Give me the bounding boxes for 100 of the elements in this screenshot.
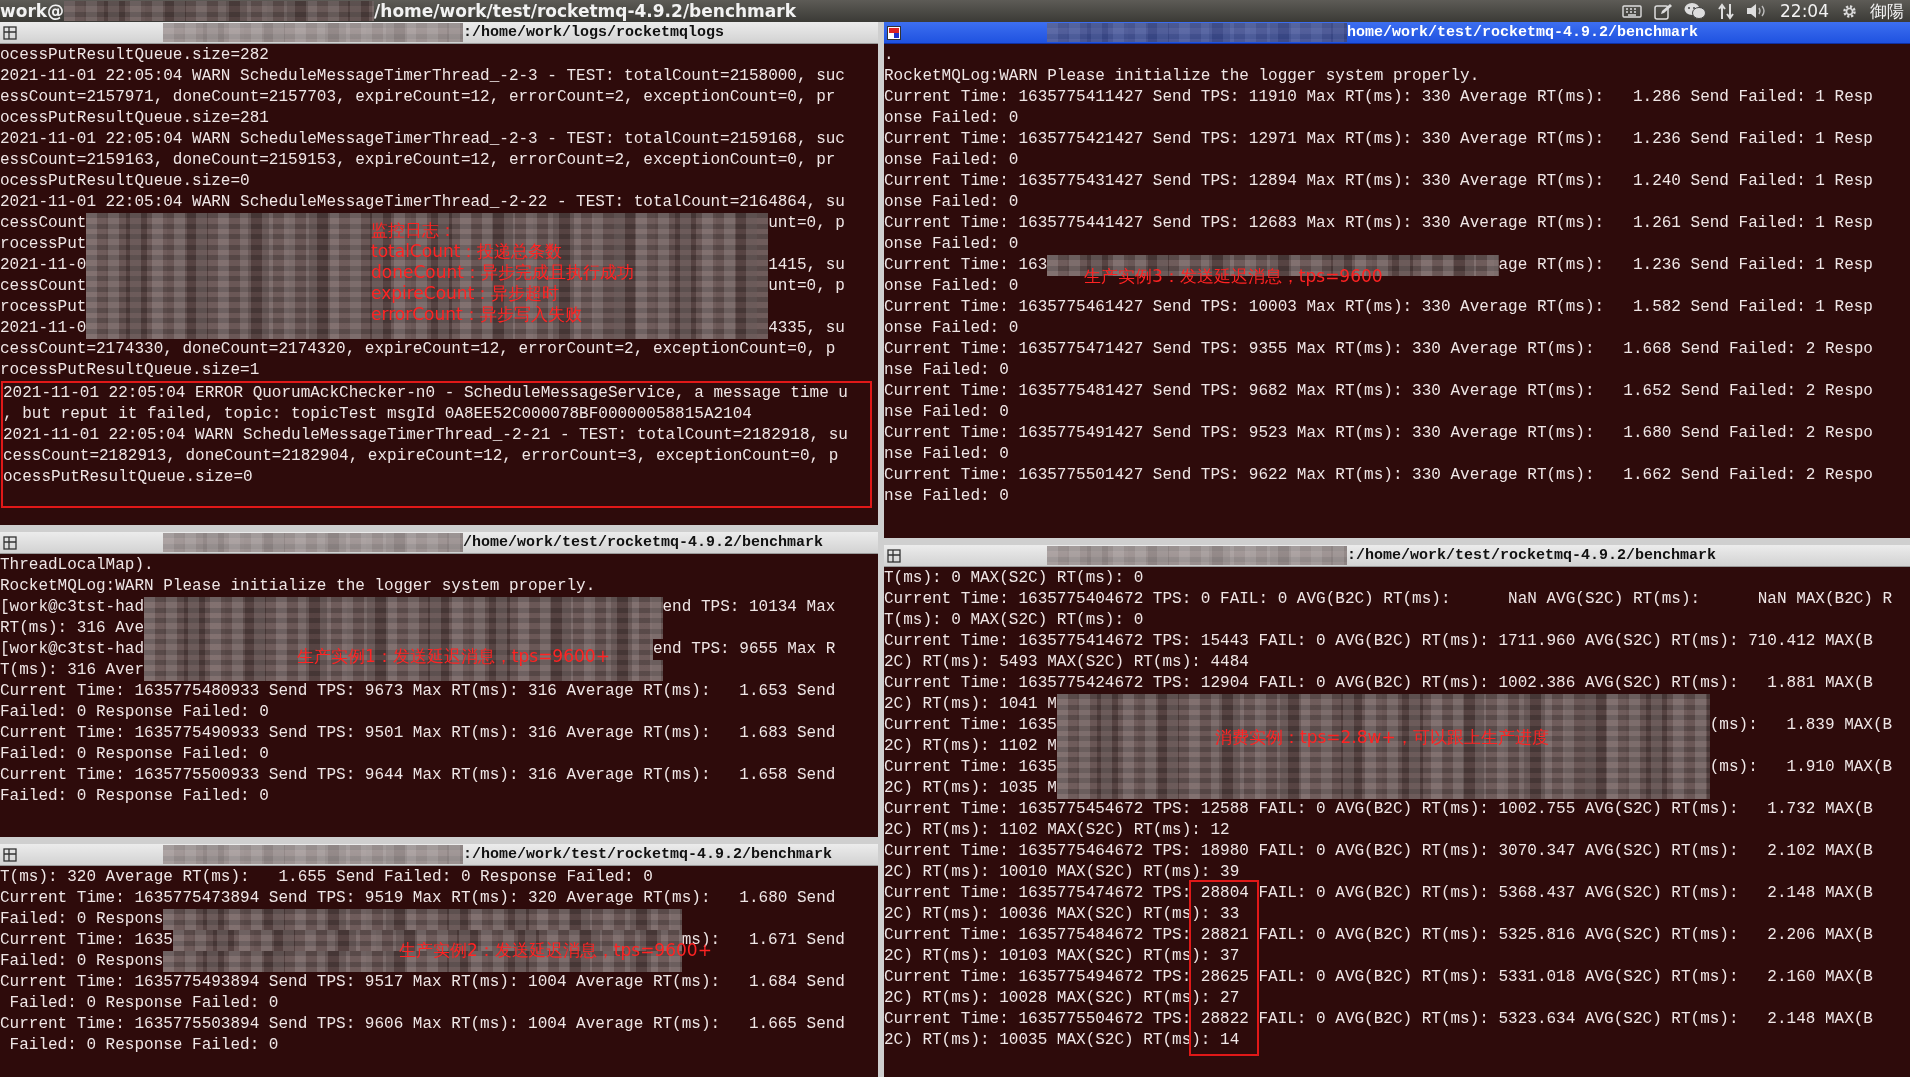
pane-title-bar[interactable]: :/home/work/test/rocketmq-4.9.2/benchmark — [0, 844, 878, 866]
clock[interactable]: 22:04 — [1780, 1, 1829, 21]
terminal-line: ThreadLocalMap). — [0, 555, 154, 576]
window-icon[interactable] — [887, 25, 901, 40]
terminal-line: Current Time: 1635775504672 TPS: 28822 FAIL: 0 AVG(B2C) RT(ms): 5323.634 AVG(S2C) RT(ms): 2.148 MAX(B — [884, 1009, 1873, 1030]
terminal-line: T(ms): 0 MAX(S2C) RT(ms): 0 — [884, 610, 1144, 631]
annotation-text: 生产实例1：发送延迟消息，tps=9600+ — [297, 646, 610, 667]
terminal-line: ocessPutResultQueue.size=282 — [0, 45, 269, 66]
terminal-line: [work@c3tst-had — [0, 639, 145, 660]
pane-title-bar[interactable]: :/home/work/logs/rocketmqlogs — [0, 22, 878, 44]
terminal-line: 1415, su — [768, 255, 845, 276]
gear-icon[interactable] — [1841, 2, 1858, 20]
window-icon[interactable] — [887, 548, 901, 563]
terminal-line: T(ms): 0 MAX(S2C) RT(ms): 0 — [884, 568, 1144, 589]
terminal-line: cessCount — [0, 276, 87, 297]
window-icon[interactable] — [3, 25, 17, 40]
terminal-line: unt=0, p — [768, 276, 845, 297]
terminal-line: unt=0, p — [768, 213, 845, 234]
terminal-line: rocessPut — [0, 297, 87, 318]
terminal-line: 2C) RT(ms): 10010 MAX(S2C) RT(ms): 39 — [884, 862, 1240, 883]
terminal-line: nse Failed: 0 — [884, 360, 1009, 381]
terminal-line: Failed: 0 Response Failed: 0 — [0, 786, 269, 807]
terminal-line: RocketMQLog:WARN Please initialize the logger system properly. — [884, 66, 1480, 87]
edit-icon[interactable] — [1654, 2, 1672, 20]
terminal-line: 2C) RT(ms): 5493 MAX(S2C) RT(ms): 4484 — [884, 652, 1249, 673]
terminal-line: T(ms): 316 Aver — [0, 660, 145, 681]
terminal-line: nse Failed: 0 — [884, 402, 1009, 423]
terminal-line: Current Time: 1635775404672 TPS: 0 FAIL: 0 AVG(B2C) RT(ms): NaN AVG(S2C) RT(ms): NaN MAX(B2C) R — [884, 589, 1893, 610]
terminal-line: Current Time: 1635775490933 Send TPS: 9501 Max RT(ms): 316 Average RT(ms): 1.683 Send — [0, 723, 836, 744]
terminal-line: end TPS: 10134 Max — [662, 597, 836, 618]
terminal-line: 2021-11-01 22:05:04 WARN ScheduleMessageTimerThread_-2-21 - TEST: totalCount=2182918, su — [3, 425, 848, 446]
network-arrows-icon[interactable] — [1718, 2, 1734, 20]
annotation-text: 消费实例：tps=2.8w+，可以跟上生产进度 — [1215, 727, 1549, 748]
terminal-line: Current Time: 1635775503894 Send TPS: 9606 Max RT(ms): 1004 Average RT(ms): 1.665 Send — [0, 1014, 845, 1035]
terminal-line: ocessPutResultQueue.size=281 — [0, 108, 269, 129]
terminal-line: onse Failed: 0 — [884, 150, 1019, 171]
terminal-line: Current Time: 1635 — [884, 715, 1057, 736]
terminal-line: 2C) RT(ms): 1102 MAX(S2C) RT(ms): 12 — [884, 820, 1230, 841]
terminal-line: Current Time: 1635775464672 TPS: 18980 FAIL: 0 AVG(B2C) RT(ms): 3070.347 AVG(S2C) RT(ms): 2.102 MAX(B — [884, 841, 1873, 862]
terminal-line: onse Failed: 0 — [884, 234, 1019, 255]
terminal-line: 2021-11-0 — [0, 255, 87, 276]
pane-title-bar[interactable]: /home/work/test/rocketmq-4.9.2/benchmark — [0, 532, 878, 554]
terminal-line: Current Time: 1635 — [0, 930, 173, 951]
terminal-line: Current Time: 1635775441427 Send TPS: 12683 Max RT(ms): 330 Average RT(ms): 1.261 Send Failed: 1 Resp — [884, 213, 1873, 234]
window-title: work@ — [0, 1, 65, 21]
window-title-path: /home/work/test/rocketmq-4.9.2/benchmark — [374, 1, 796, 21]
terminal-line: Current Time: 1635775481427 Send TPS: 9682 Max RT(ms): 330 Average RT(ms): 1.652 Send Failed: 2 Respo — [884, 381, 1873, 402]
terminal-line: [work@c3tst-had — [0, 597, 145, 618]
window-icon[interactable] — [3, 535, 17, 550]
terminal-line: Failed: 0 Response Failed: 0 — [8, 1035, 279, 1056]
keyboard-icon[interactable] — [1622, 4, 1642, 18]
terminal-line: onse Failed: 0 — [884, 318, 1019, 339]
pane-title: :/home/work/logs/rocketmqlogs — [463, 24, 725, 41]
terminal-line: essCount=2157971, doneCount=2157703, expireCount=12, errorCount=2, exceptionCount=0, pr — [0, 87, 836, 108]
pane-title-bar[interactable]: home/work/test/rocketmq-4.9.2/benchmark — [884, 22, 1910, 44]
volume-icon[interactable] — [1746, 3, 1768, 19]
terminal-line: cessCount=2182913, doneCount=2182904, expireCount=12, errorCount=3, exceptionCount=0, p — [3, 446, 839, 467]
terminal-line: onse Failed: 0 — [884, 276, 1019, 297]
terminal-line: Current Time: 1635775491427 Send TPS: 9523 Max RT(ms): 330 Average RT(ms): 1.680 Send Failed: 2 Respo — [884, 423, 1873, 444]
terminal-line: Current Time: 1635775473894 Send TPS: 9519 Max RT(ms): 320 Average RT(ms): 1.680 Send — [0, 888, 836, 909]
terminal-line: essCount=2159163, doneCount=2159153, expireCount=12, errorCount=2, exceptionCount=0, pr — [0, 150, 836, 171]
terminal-line: Current Time: 1635775480933 Send TPS: 9673 Max RT(ms): 316 Average RT(ms): 1.653 Send — [0, 681, 836, 702]
terminal-line: rocessPutResultQueue.size=1 — [0, 360, 260, 381]
terminal-line: onse Failed: 0 — [884, 108, 1019, 129]
terminal-line: ocessPutResultQueue.size=0 — [0, 171, 250, 192]
terminal-line: Current Time: 1635775424672 TPS: 12904 FAIL: 0 AVG(B2C) RT(ms): 1002.386 AVG(S2C) RT(ms): 1.881 MAX(B — [884, 673, 1873, 694]
terminal-line: cessCount — [0, 213, 87, 234]
terminal-line: Current Time: 1635775471427 Send TPS: 9355 Max RT(ms): 330 Average RT(ms): 1.668 Send Failed: 2 Respo — [884, 339, 1873, 360]
pane-title-bar[interactable]: :/home/work/test/rocketmq-4.9.2/benchmark — [884, 545, 1910, 567]
terminal-line: 2021-11-0 — [0, 318, 87, 339]
pane-title: home/work/test/rocketmq-4.9.2/benchmark — [1347, 24, 1699, 41]
user-name[interactable]: 御陽 — [1870, 0, 1904, 23]
terminal-line: nse Failed: 0 — [884, 444, 1009, 465]
annotation-text: 生产实例3：发送延迟消息，tps=9600 — [1084, 266, 1383, 287]
terminal-line: . — [884, 45, 894, 66]
terminal-line: 2C) RT(ms): 1041 M — [884, 694, 1057, 715]
annotation-text: 监控日志： totalCount：投递总条数 doneCount：异步完成且执行成功 expireCount：异步超时 errorCount：异步写入失败 — [371, 220, 634, 325]
terminal-line: nse Failed: 0 — [884, 486, 1009, 507]
terminal-line: Current Time: 1635775484672 TPS: 28821 FAIL: 0 AVG(B2C) RT(ms): 5325.816 AVG(S2C) RT(ms): 2.206 MAX(B — [884, 925, 1873, 946]
window-icon[interactable] — [3, 847, 17, 862]
pane-title: :/home/work/test/rocketmq-4.9.2/benchmark — [463, 846, 833, 863]
terminal-line: Current Time: 163 — [884, 255, 1048, 276]
terminal-line: ocessPutResultQueue.size=0 — [3, 467, 253, 488]
terminal-line: Current Time: 1635775494672 TPS: 28625 FAIL: 0 AVG(B2C) RT(ms): 5331.018 AVG(S2C) RT(ms): 2.160 MAX(B — [884, 967, 1873, 988]
terminal-line: Failed: 0 Response Failed: 0 — [0, 702, 269, 723]
terminal-line: end TPS: 9655 Max R — [652, 639, 836, 660]
terminal-line: Current Time: 1635775421427 Send TPS: 12971 Max RT(ms): 330 Average RT(ms): 1.236 Send Failed: 1 Resp — [884, 129, 1873, 150]
terminal-line: RT(ms): 316 Ave — [0, 618, 145, 639]
terminal-line: RocketMQLog:WARN Please initialize the logger system properly. — [0, 576, 596, 597]
terminal-line: 2021-11-01 22:05:04 WARN ScheduleMessageTimerThread_-2-3 - TEST: totalCount=2158000, suc — [0, 66, 845, 87]
terminal-line: Current Time: 1635775501427 Send TPS: 9622 Max RT(ms): 330 Average RT(ms): 1.662 Send Failed: 2 Respo — [884, 465, 1873, 486]
terminal-line: Current Time: 1635775414672 TPS: 15443 FAIL: 0 AVG(B2C) RT(ms): 1711.960 AVG(S2C) RT(ms): 710.412 MAX(B — [884, 631, 1873, 652]
chat-icon[interactable] — [1684, 2, 1706, 20]
terminal-line: Current Time: 1635775500933 Send TPS: 9644 Max RT(ms): 316 Average RT(ms): 1.658 Send — [0, 765, 836, 786]
terminal-line: Current Time: 1635775411427 Send TPS: 11910 Max RT(ms): 330 Average RT(ms): 1.286 Send Failed: 1 Resp — [884, 87, 1873, 108]
terminal-line: 2021-11-01 22:05:04 WARN ScheduleMessageTimerThread_-2-22 - TEST: totalCount=2164864, su — [0, 192, 845, 213]
pane-title: /home/work/test/rocketmq-4.9.2/benchmark — [463, 534, 824, 551]
terminal-line: Current Time: 1635 — [884, 757, 1057, 778]
terminal-line: T(ms): 320 Average RT(ms): 1.655 Send Failed: 0 Response Failed: 0 — [0, 867, 653, 888]
terminal-line: Failed: 0 Respons — [0, 951, 164, 972]
